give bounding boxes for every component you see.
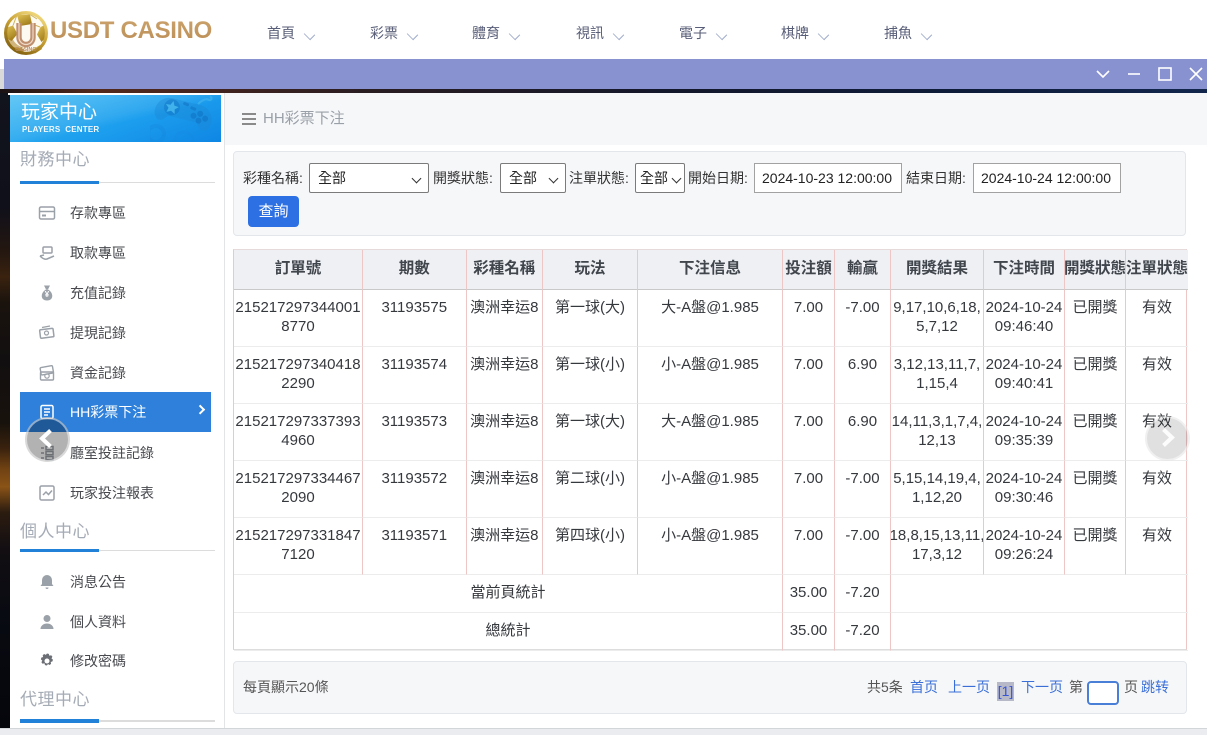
svg-text:¥: ¥	[45, 290, 50, 299]
svg-text:CASINO: CASINO	[15, 47, 37, 53]
